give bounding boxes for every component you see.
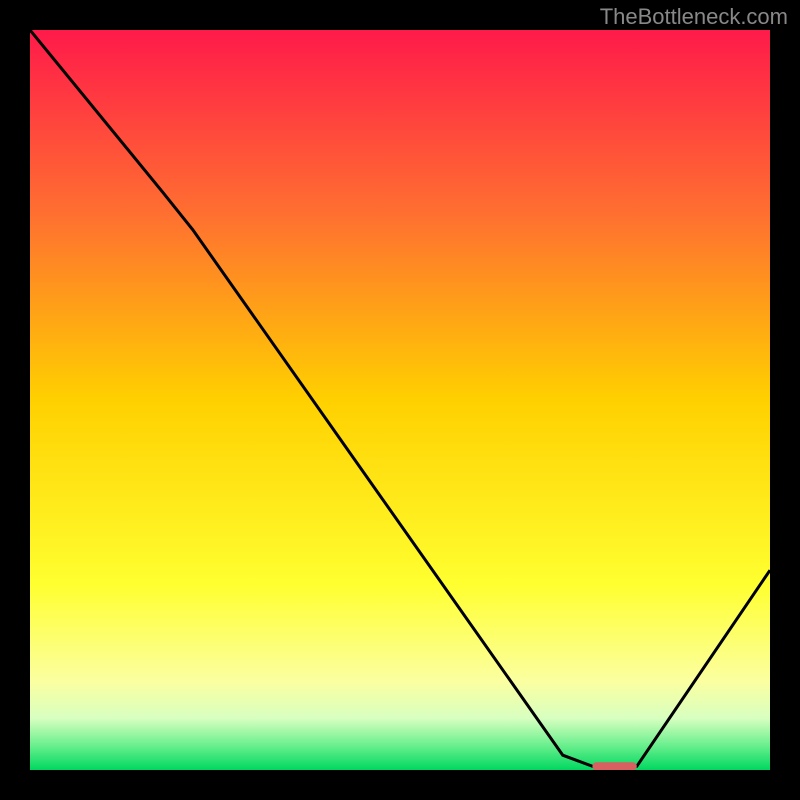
- marker-segment: [592, 762, 636, 770]
- gradient-background: [30, 30, 770, 770]
- chart-plot: [30, 30, 770, 770]
- watermark-text: TheBottleneck.com: [600, 4, 788, 30]
